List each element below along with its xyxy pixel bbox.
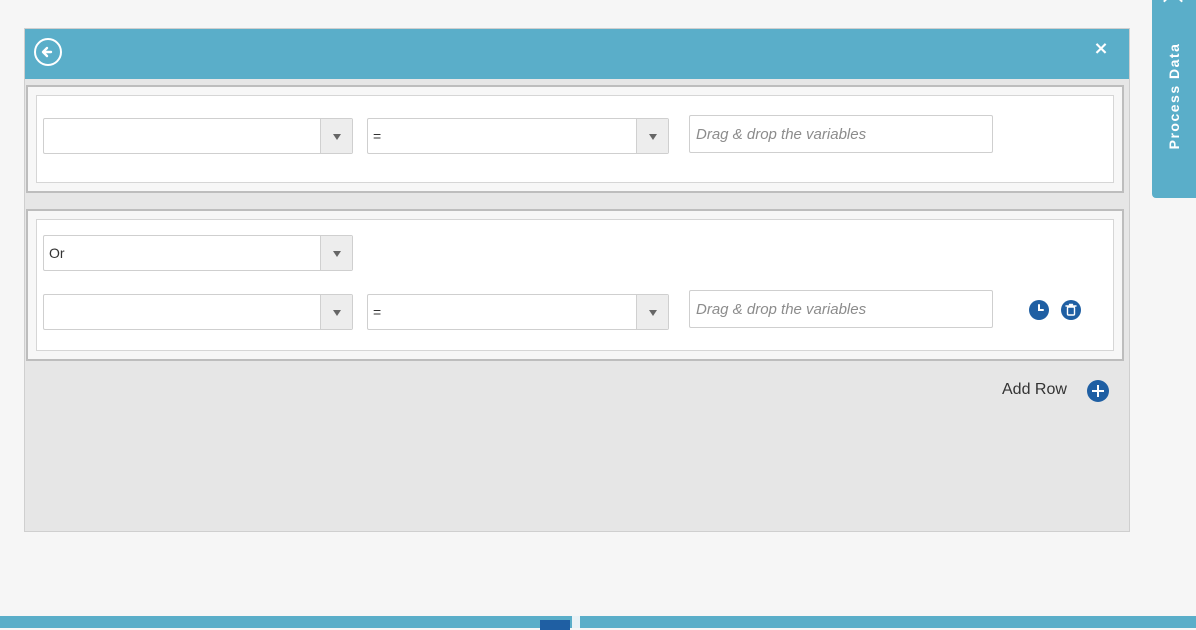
condition-row-container: Or = — [36, 219, 1114, 351]
history-icon[interactable] — [1029, 300, 1049, 320]
logic-select-value: Or — [49, 245, 65, 261]
process-data-tab[interactable]: Process Data — [1152, 0, 1196, 198]
chevron-down-icon[interactable] — [320, 236, 352, 270]
bottom-bar — [0, 616, 1196, 628]
bottom-divider — [572, 616, 580, 628]
operator-select-value: = — [373, 304, 382, 320]
condition-group-1: = — [26, 85, 1124, 193]
logic-select[interactable]: Or — [43, 235, 353, 271]
chevron-down-icon[interactable] — [636, 295, 668, 329]
trash-icon[interactable] — [1061, 300, 1081, 320]
variable-drop-input[interactable] — [689, 290, 993, 328]
operator-select[interactable]: = — [367, 294, 669, 330]
variable-drop-input[interactable] — [689, 115, 993, 153]
back-arrow-icon — [41, 46, 53, 58]
chevron-down-icon[interactable] — [320, 295, 352, 329]
grid-icon[interactable] — [540, 620, 570, 630]
plus-circle-icon[interactable] — [1087, 380, 1109, 402]
chevron-down-icon[interactable] — [636, 119, 668, 153]
condition-dialog: × = Or = — [24, 28, 1130, 532]
chevron-down-icon[interactable] — [320, 119, 352, 153]
back-button[interactable] — [34, 38, 62, 66]
chevron-up-icon — [1163, 0, 1183, 11]
condition-row-container: = — [36, 95, 1114, 183]
add-row-button[interactable]: Add Row — [1002, 381, 1067, 399]
process-data-tab-label: Process Data — [1166, 42, 1182, 150]
operator-select-value: = — [373, 128, 382, 144]
operator-select[interactable]: = — [367, 118, 669, 154]
dialog-header: × — [25, 29, 1129, 79]
close-button[interactable]: × — [1091, 39, 1111, 59]
field-select[interactable] — [43, 294, 353, 330]
field-select[interactable] — [43, 118, 353, 154]
condition-group-2: Or = — [26, 209, 1124, 361]
